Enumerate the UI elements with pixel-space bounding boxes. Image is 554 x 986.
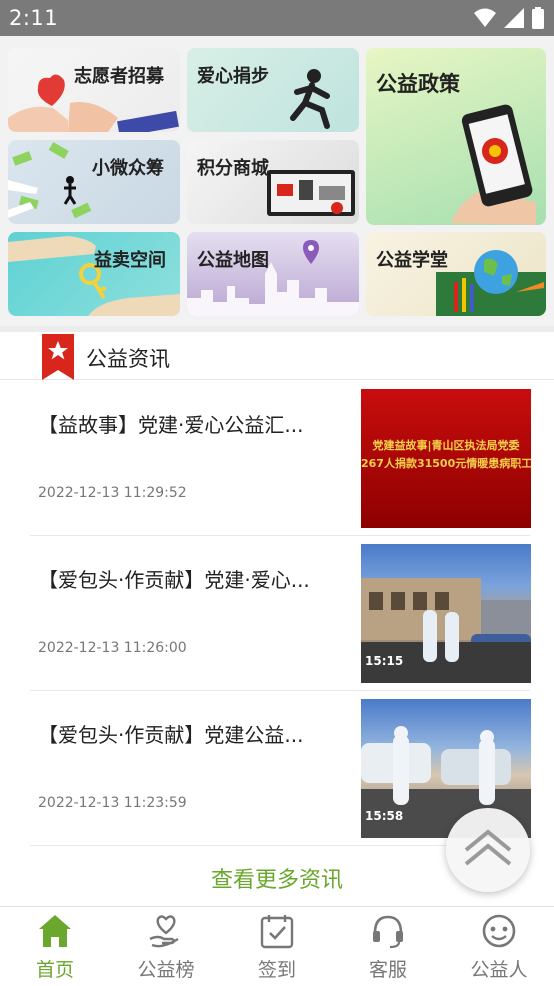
- city-skyline-icon: [187, 240, 359, 316]
- thumb-timestamp: 15:15: [365, 654, 404, 668]
- tile-charity-map[interactable]: 公益地图: [187, 232, 359, 316]
- tab-label: 公益人: [470, 959, 528, 981]
- tab-charity-ranking[interactable]: 公益榜: [111, 907, 221, 986]
- tile-label: 公益学堂: [376, 250, 448, 271]
- section-title: 公益资讯: [86, 347, 170, 371]
- news-title: 【爱包头·作贡献】党建·爱心...: [38, 568, 310, 592]
- news-date: 2022-12-13 11:26:00: [38, 640, 187, 656]
- news-thumbnail: 15:15: [361, 544, 531, 683]
- news-date: 2022-12-13 11:29:52: [38, 485, 187, 501]
- runner-icon: [290, 69, 330, 129]
- key-hands-icon: [8, 236, 180, 316]
- tile-label: 益卖空间: [94, 250, 166, 271]
- scroll-to-top-button[interactable]: [446, 808, 530, 892]
- calendar-check-icon: [260, 915, 294, 949]
- tab-label: 首页: [35, 959, 74, 981]
- tile-charity-sale-space[interactable]: 益卖空间: [8, 232, 180, 316]
- double-chevron-up-icon: [464, 829, 512, 866]
- tile-micro-crowdfunding[interactable]: 小微众筹: [8, 140, 180, 224]
- tile-label: 志愿者招募: [74, 66, 164, 87]
- tile-label: 小微众筹: [92, 158, 164, 179]
- shopping-screen-icon: [267, 170, 355, 216]
- tab-charity-person[interactable]: 公益人: [444, 907, 554, 986]
- tab-customer-service[interactable]: 客服: [333, 907, 443, 986]
- heart-hands-icon: [8, 74, 179, 132]
- status-icons: [474, 7, 544, 29]
- tile-label: 公益地图: [197, 250, 269, 271]
- thumb-timestamp: 15:58: [365, 809, 404, 823]
- bookmark-star-icon: [42, 334, 74, 380]
- thumb-caption-line: 267人捐款31500元情暖患病职工: [361, 457, 531, 470]
- tile-points-mall[interactable]: 积分商城: [187, 140, 359, 224]
- tile-public-policy[interactable]: 公益政策: [366, 48, 546, 225]
- globe-icon: [436, 250, 546, 316]
- battery-icon: [532, 7, 544, 29]
- signal-icon: [504, 8, 524, 28]
- tab-label: 公益榜: [137, 959, 195, 981]
- money-hands-icon: [8, 142, 92, 219]
- tile-label: 积分商城: [197, 158, 269, 179]
- thumb-caption-line: 党建益故事|青山区执法局党委: [372, 439, 520, 452]
- tile-label: 爱心捐步: [197, 66, 269, 87]
- news-thumbnail: 党建益故事|青山区执法局党委 267人捐款31500元情暖患病职工: [361, 389, 531, 528]
- status-bar: 2:11: [0, 0, 554, 36]
- tile-charity-school[interactable]: 公益学堂: [366, 232, 546, 316]
- tile-volunteer-recruit[interactable]: 志愿者招募: [8, 48, 180, 132]
- heart-hand-icon: [149, 915, 179, 948]
- home-icon: [39, 915, 71, 947]
- tile-love-steps[interactable]: 爱心捐步: [187, 48, 359, 132]
- feature-grid: 志愿者招募 爱心捐步 公益政策 小微众筹 积分商城 益卖空间 公益地图 公益学堂: [0, 36, 554, 326]
- news-title: 【益故事】党建·爱心公益汇...: [38, 413, 304, 437]
- tile-label: 公益政策: [376, 72, 460, 96]
- news-item[interactable]: 【益故事】党建·爱心公益汇... 2022-12-13 11:29:52 党建益…: [30, 381, 531, 536]
- headset-icon: [373, 915, 403, 949]
- news-item[interactable]: 【爱包头·作贡献】党建·爱心... 2022-12-13 11:26:00 15…: [30, 536, 531, 691]
- tab-check-in[interactable]: 签到: [222, 907, 332, 986]
- tab-label: 签到: [257, 959, 296, 981]
- news-title: 【爱包头·作贡献】党建公益...: [38, 723, 304, 747]
- bottom-tab-bar: 首页 公益榜 签到 客服 公益人: [0, 906, 554, 986]
- tab-home[interactable]: 首页: [0, 907, 110, 986]
- status-time: 2:11: [9, 6, 59, 30]
- news-section-header: 公益资讯: [0, 332, 554, 380]
- wifi-icon: [474, 8, 496, 27]
- news-date: 2022-12-13 11:23:59: [38, 795, 187, 811]
- smiley-face-icon: [482, 914, 516, 948]
- tab-label: 客服: [368, 959, 407, 981]
